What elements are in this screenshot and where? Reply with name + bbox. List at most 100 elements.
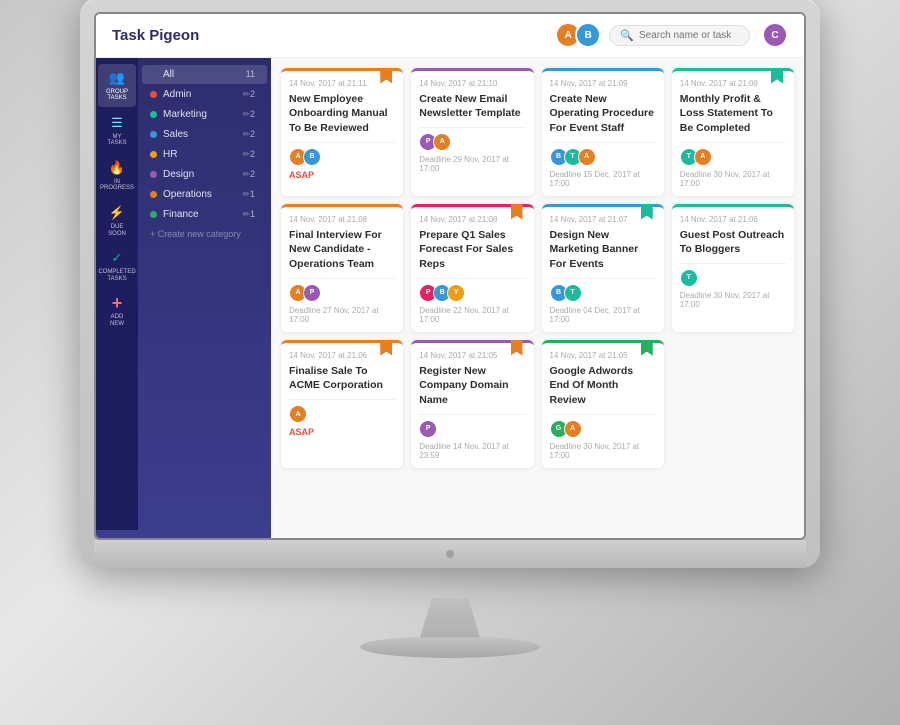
card-avatar-1b: B (303, 148, 321, 166)
title-11: Google Adwords End Of Month Review (550, 364, 656, 408)
deadline-10: Deadline 14 Nov, 2017 at 23:59 (419, 442, 525, 460)
sidebar-icon-in-progress[interactable]: 🔥 INPROGRESS (98, 154, 136, 197)
header: Task Pigeon A B 🔍 C (96, 14, 804, 58)
add-new-icon: + (108, 294, 126, 312)
title-7: Design New Marketing Banner For Events (550, 228, 656, 272)
bookmark-shape-11 (641, 340, 653, 356)
sidebar: 👥 GROUPTASKS ☰ MYTASKS 🔥 INPROGRESS (96, 58, 271, 538)
sidebar-item-all[interactable]: All 11 (142, 65, 267, 84)
sidebar-icon-due-soon[interactable]: ⚡ DUESOON (98, 199, 136, 242)
divider-10 (419, 414, 525, 415)
title-3: Create New Operating Procedure For Event… (550, 92, 656, 136)
timestamp-3: 14 Nov, 2017 at 21:09 (550, 79, 656, 88)
avatars-11: G A (550, 420, 656, 438)
marketing-count: 2 (250, 109, 255, 119)
due-soon-label: DUESOON (108, 224, 126, 237)
bookmark-4 (770, 68, 784, 86)
cards-grid: 14 Nov, 2017 at 21:11 New Employee Onboa… (281, 68, 794, 468)
task-card-9[interactable]: 14 Nov, 2017 at 21:06 Finalise Sale To A… (281, 340, 403, 468)
finance-dot (150, 211, 157, 218)
task-card-7[interactable]: 14 Nov, 2017 at 21:07 Design New Marketi… (542, 204, 664, 332)
bookmark-11 (640, 340, 654, 358)
finance-count: 1 (250, 209, 255, 219)
card-avatar-11b: A (564, 420, 582, 438)
group-tasks-label: GROUPTASKS (106, 89, 128, 102)
task-card-11[interactable]: 14 Nov, 2017 at 21:05 Google Adwords End… (542, 340, 664, 468)
title-10: Register New Company Domain Name (419, 364, 525, 408)
user-avatars: A B (555, 22, 601, 48)
sidebar-categories: All 11 Admin ✏ 2 (138, 58, 271, 530)
bookmark-shape-6 (511, 204, 523, 220)
sidebar-icon-completed[interactable]: ✓ COMPLETEDTASKS (98, 244, 136, 287)
task-card-3[interactable]: 14 Nov, 2017 at 21:09 Create New Operati… (542, 68, 664, 196)
my-tasks-icon: ☰ (108, 114, 126, 132)
sidebar-icon-my-tasks[interactable]: ☰ MYTASKS (98, 109, 136, 152)
task-card-2[interactable]: 14 Nov, 2017 at 21:10 Create New Email N… (411, 68, 533, 196)
bookmark-shape-10 (511, 340, 523, 356)
avatars-8: T (680, 269, 786, 287)
divider-9 (289, 399, 395, 400)
bookmark-shape-4 (771, 68, 783, 84)
sales-edit: ✏ (242, 129, 250, 140)
finance-label: Finance (163, 209, 242, 220)
title-6: Prepare Q1 Sales Forecast For Sales Reps (419, 228, 525, 272)
sidebar-item-finance[interactable]: Finance ✏ 1 (142, 205, 267, 224)
marketing-dot (150, 111, 157, 118)
sidebar-item-marketing[interactable]: Marketing ✏ 2 (142, 105, 267, 124)
sidebar-item-hr[interactable]: HR ✏ 2 (142, 145, 267, 164)
card-avatar-3c: A (578, 148, 596, 166)
avatars-9: A (289, 405, 395, 423)
avatar-user2[interactable]: B (575, 22, 601, 48)
divider-3 (550, 142, 656, 143)
create-category[interactable]: + Create new category (138, 225, 271, 243)
task-card-6[interactable]: 14 Nov, 2017 at 21:08 Prepare Q1 Sales F… (411, 204, 533, 332)
hr-count: 2 (250, 149, 255, 159)
title-9: Finalise Sale To ACME Corporation (289, 364, 395, 393)
search-input[interactable] (639, 30, 739, 41)
admin-edit: ✏ (242, 89, 250, 100)
operations-edit: ✏ (242, 189, 250, 200)
sidebar-icon-group-tasks[interactable]: 👥 GROUPTASKS (98, 64, 136, 107)
hr-label: HR (163, 149, 242, 160)
bookmark-shape-1 (380, 68, 392, 84)
avatars-10: P (419, 420, 525, 438)
sidebar-icon-add-new[interactable]: + ADDNEW (98, 289, 136, 332)
all-count: 11 (246, 69, 255, 79)
task-card-4[interactable]: 14 Nov, 2017 at 21:09 Monthly Profit & L… (672, 68, 794, 196)
sidebar-item-sales[interactable]: Sales ✏ 2 (142, 125, 267, 144)
avatar-user3[interactable]: C (762, 22, 788, 48)
design-edit: ✏ (242, 169, 250, 180)
deadline-6: Deadline 22 Nov, 2017 at 17:00 (419, 306, 525, 324)
title-8: Guest Post Outreach To Bloggers (680, 228, 786, 257)
operations-count: 1 (250, 189, 255, 199)
card-avatar-9a: A (289, 405, 307, 423)
divider-7 (550, 278, 656, 279)
design-dot (150, 171, 157, 178)
design-label: Design (163, 169, 242, 180)
title-5: Final Interview For New Candidate - Oper… (289, 228, 395, 272)
task-card-10[interactable]: 14 Nov, 2017 at 21:05 Register New Compa… (411, 340, 533, 468)
app: Task Pigeon A B 🔍 C (96, 14, 804, 538)
card-avatar-5b: P (303, 284, 321, 302)
sidebar-item-operations[interactable]: Operations ✏ 1 (142, 185, 267, 204)
card-avatar-7b: T (564, 284, 582, 302)
in-progress-label: INPROGRESS (100, 179, 134, 192)
deadline-3: Deadline 15 Dec, 2017 at 17:00 (550, 170, 656, 188)
deadline-9: ASAP (289, 427, 395, 437)
search-box[interactable]: 🔍 (609, 25, 750, 46)
sidebar-icon-strip: 👥 GROUPTASKS ☰ MYTASKS 🔥 INPROGRESS (96, 58, 138, 530)
task-card-8[interactable]: 14 Nov, 2017 at 21:06 Guest Post Outreac… (672, 204, 794, 332)
task-card-5[interactable]: 14 Nov, 2017 at 21:08 Final Interview Fo… (281, 204, 403, 332)
avatars-2: P A (419, 133, 525, 151)
search-icon: 🔍 (620, 29, 634, 42)
sidebar-item-admin[interactable]: Admin ✏ 2 (142, 85, 267, 104)
monitor-chin-dot (446, 550, 454, 558)
sidebar-item-design[interactable]: Design ✏ 2 (142, 165, 267, 184)
task-card-1[interactable]: 14 Nov, 2017 at 21:11 New Employee Onboa… (281, 68, 403, 196)
completed-icon: ✓ (108, 249, 126, 267)
card-avatar-8a: T (680, 269, 698, 287)
deadline-5: Deadline 27 Nov, 2017 at 17:00 (289, 306, 395, 324)
title-1: New Employee Onboarding Manual To Be Rev… (289, 92, 395, 136)
bookmark-7 (640, 204, 654, 222)
marketing-label: Marketing (163, 109, 242, 120)
